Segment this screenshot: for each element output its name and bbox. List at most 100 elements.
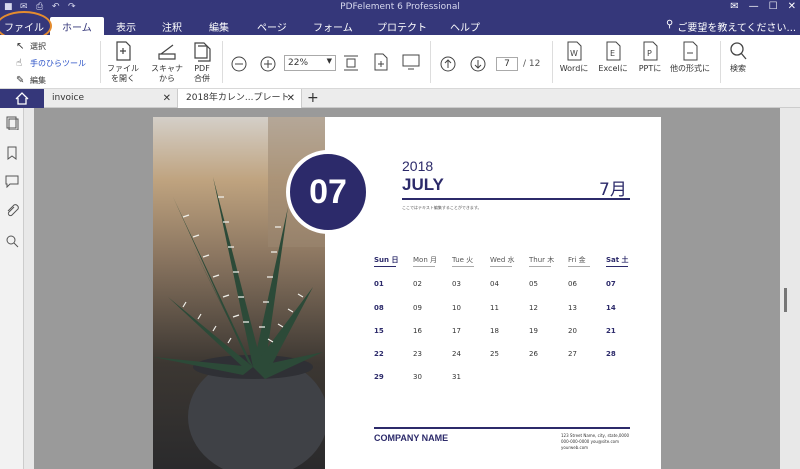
- search-button[interactable]: 検索: [726, 40, 750, 74]
- web-line: yourweb.com: [561, 445, 589, 450]
- calendar-day: 11: [490, 304, 499, 312]
- calendar-day: 25: [490, 350, 499, 358]
- to-word-button[interactable]: W Wordに: [558, 40, 590, 74]
- tab-calendar[interactable]: 2018年カレン...プレート ✕: [178, 89, 302, 108]
- ppt-file-icon: P: [643, 41, 658, 61]
- zoom-select[interactable]: 22% ▼: [284, 55, 336, 71]
- day-header: Sat 土: [606, 256, 629, 264]
- comment-icon[interactable]: [5, 174, 19, 188]
- vertical-scrollbar[interactable]: [784, 288, 787, 312]
- open-file-button[interactable]: ファイル を開く: [106, 40, 140, 84]
- zoom-out-icon[interactable]: [231, 56, 247, 72]
- close-button[interactable]: ✕: [788, 1, 796, 12]
- hand-label: 手のひらツール: [30, 59, 86, 68]
- day-header: Fri 金: [568, 256, 586, 264]
- day-header: Tue 火: [452, 256, 474, 264]
- calendar-day: 27: [568, 350, 577, 358]
- to-ppt-label: PPTに: [638, 64, 662, 73]
- home-icon: [15, 92, 29, 105]
- to-ppt-button[interactable]: P PPTに: [636, 40, 664, 74]
- zoom-in-icon[interactable]: [260, 56, 276, 72]
- month-underline: [402, 198, 630, 200]
- right-panel-strip: [780, 108, 800, 469]
- to-excel-label: Excelに: [598, 64, 628, 73]
- hand-tool[interactable]: ☝ 手のひらツール: [16, 58, 86, 69]
- svg-text:P: P: [647, 49, 652, 58]
- chevron-down-icon: ▼: [326, 57, 332, 65]
- calendar-day: 10: [452, 304, 461, 312]
- combine-pdf-button[interactable]: PDF 合併: [188, 40, 216, 84]
- scanner-button[interactable]: スキャナ から: [147, 40, 187, 84]
- sidebar-collapse-strip[interactable]: [24, 108, 34, 469]
- open-file-label-1: ファイル: [107, 64, 139, 73]
- tab-invoice-label: invoice: [52, 93, 85, 103]
- select-tool[interactable]: ↖ 選択: [16, 41, 46, 52]
- company-address: 123 Street Name, city, state,0000 000-00…: [561, 433, 629, 451]
- calendar-day: 12: [529, 304, 538, 312]
- thumbnails-icon[interactable]: [5, 116, 19, 130]
- page-number-input[interactable]: 7: [496, 57, 518, 71]
- search-icon: [730, 42, 747, 60]
- attachment-icon[interactable]: [5, 204, 19, 218]
- to-word-label: Wordに: [559, 64, 589, 73]
- home-tab[interactable]: [0, 89, 44, 108]
- calendar-day: 14: [606, 304, 616, 312]
- calendar-day: 26: [529, 350, 538, 358]
- screen-icon[interactable]: [401, 53, 421, 71]
- menu-form[interactable]: フォーム: [313, 19, 353, 34]
- calendar-day: 02: [413, 280, 422, 288]
- bookmark-icon[interactable]: [5, 146, 19, 160]
- menu-help[interactable]: ヘルプ: [450, 19, 480, 34]
- feedback-icon[interactable]: ✉: [730, 1, 738, 12]
- calendar-day: 16: [413, 327, 422, 335]
- tab-invoice[interactable]: invoice ✕: [44, 89, 178, 108]
- tab-calendar-label: 2018年カレン...プレート: [186, 93, 290, 103]
- combine-label-1: PDF: [194, 64, 210, 73]
- calendar-month-en: JULY: [402, 175, 444, 194]
- calendar-month-jp: 7月: [599, 180, 627, 200]
- month-badge: 07: [286, 150, 370, 234]
- title-bar: ■ ✉ ⎙ ↶ ↷ PDFelement 6 Professional ✉ — …: [0, 0, 800, 16]
- hand-icon: ☝: [16, 58, 23, 69]
- prev-page-icon[interactable]: [440, 56, 456, 72]
- close-tab-icon[interactable]: ✕: [287, 89, 295, 108]
- menu-edit[interactable]: 編集: [209, 19, 229, 34]
- maximize-button[interactable]: ☐: [769, 1, 778, 12]
- menu-home[interactable]: ホーム: [50, 17, 104, 35]
- edit-tool[interactable]: ✎ 編集: [16, 75, 46, 86]
- calendar-day: 30: [413, 373, 422, 381]
- calendar-day: 05: [529, 280, 538, 288]
- zoom-value: 22%: [288, 58, 309, 68]
- menu-view[interactable]: 表示: [116, 19, 136, 34]
- to-other-button[interactable]: 他の形式に: [667, 40, 713, 74]
- word-file-icon: W: [567, 41, 582, 61]
- calendar-day: 03: [452, 280, 461, 288]
- new-tab-button[interactable]: +: [307, 89, 319, 108]
- to-excel-button[interactable]: E Excelに: [596, 40, 630, 74]
- fit-width-icon[interactable]: [342, 53, 360, 73]
- left-sidebar: [0, 108, 24, 469]
- calendar-day: 19: [529, 327, 538, 335]
- day-header: Sun 日: [374, 256, 399, 264]
- menu-page[interactable]: ページ: [257, 19, 287, 34]
- pdf-page: 07 2018 JULY 7月 ここではテキスト編集することができます。 Sun…: [153, 117, 661, 469]
- calendar-day: 22: [374, 350, 384, 358]
- excel-file-icon: E: [606, 41, 621, 61]
- to-other-label: 他の形式に: [670, 64, 710, 73]
- edit-icon: ✎: [16, 75, 25, 86]
- ribbon-toolbar: ↖ 選択 ☝ 手のひらツール ✎ 編集 ファイル を開く スキャナ から PDF 合併 22…: [0, 35, 800, 89]
- next-page-icon[interactable]: [470, 56, 486, 72]
- search-panel-icon[interactable]: [5, 234, 19, 248]
- close-tab-icon[interactable]: ✕: [163, 89, 171, 108]
- svg-text:E: E: [610, 49, 615, 58]
- calendar-day: 06: [568, 280, 577, 288]
- minimize-button[interactable]: —: [749, 1, 759, 12]
- menu-protect[interactable]: プロテクト: [377, 19, 427, 34]
- window-title: PDFelement 6 Professional: [340, 2, 460, 12]
- menu-comment[interactable]: 注釈: [162, 19, 182, 34]
- help-search[interactable]: ⚲ ご要望を教えてください...: [666, 19, 796, 34]
- page-actions-icon[interactable]: [372, 52, 390, 72]
- cursor-icon: ↖: [16, 41, 25, 52]
- calendar-day: 17: [452, 327, 461, 335]
- day-header: Thur 木: [529, 256, 555, 264]
